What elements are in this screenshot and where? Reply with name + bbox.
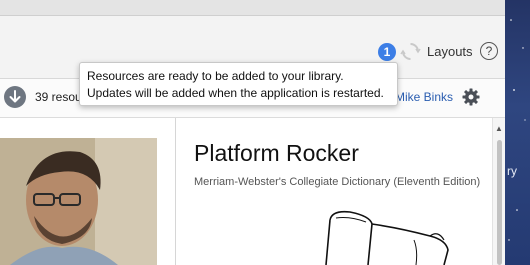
desktop-label: ry	[507, 164, 517, 178]
update-tooltip: Resources are ready to be added to your …	[79, 62, 398, 106]
rocker-illustration	[325, 210, 449, 265]
tooltip-line-1: Resources are ready to be added to your …	[87, 69, 344, 83]
scroll-up-icon[interactable]: ▲	[495, 124, 503, 133]
resources-count: 39 resources	[35, 90, 80, 104]
user-account-link[interactable]: Mike Binks	[395, 90, 453, 104]
title-bar	[0, 0, 505, 16]
resource-source: Merriam-Webster's Collegiate Dictionary …	[194, 176, 481, 188]
resource-photo	[0, 138, 157, 265]
scrollbar-thumb[interactable]	[497, 140, 502, 265]
layouts-button[interactable]: Layouts	[427, 44, 473, 59]
gear-icon[interactable]	[461, 87, 481, 107]
notification-badge[interactable]: 1	[378, 43, 396, 61]
desktop-background	[505, 0, 530, 265]
resource-title: Platform Rocker	[194, 140, 359, 166]
tooltip-line-2: Updates will be added when the applicati…	[87, 86, 384, 100]
download-icon[interactable]	[4, 86, 26, 108]
sync-icon[interactable]	[400, 41, 421, 62]
help-icon[interactable]: ?	[480, 42, 498, 60]
app-window: 1 Layouts ? 39 resources Mike Binks	[0, 0, 505, 265]
